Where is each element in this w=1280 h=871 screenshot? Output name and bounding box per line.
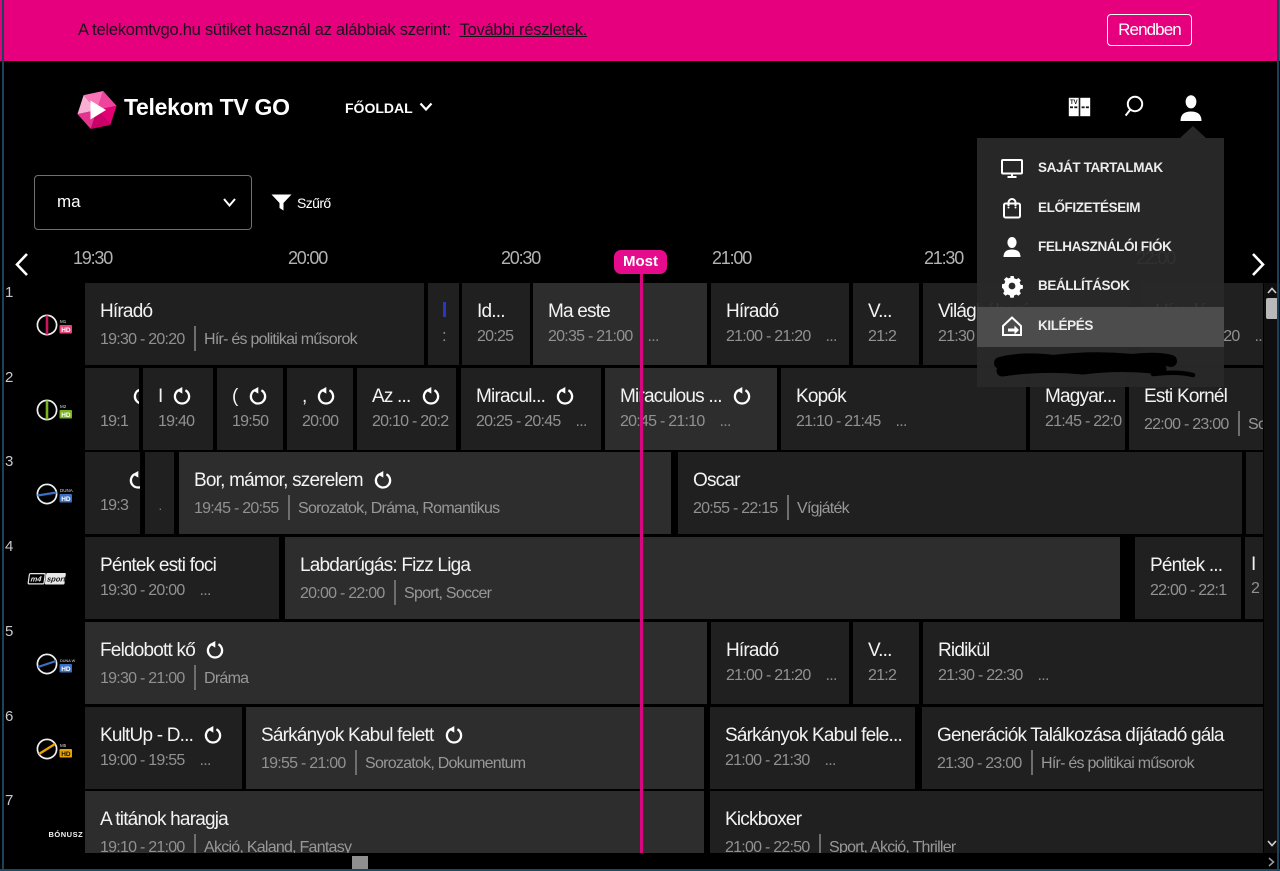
svg-text:HD: HD: [61, 751, 71, 758]
svg-text:HD: HD: [61, 666, 71, 673]
svg-text:DUNA W: DUNA W: [60, 659, 76, 663]
svg-text:TV: TV: [1070, 100, 1078, 106]
svg-text:sport: sport: [47, 575, 67, 584]
svg-text:M5: M5: [60, 743, 67, 748]
svg-text:M1: M1: [60, 319, 67, 324]
svg-text:HD: HD: [61, 327, 71, 334]
svg-text:M2: M2: [60, 404, 67, 409]
svg-text:BÓNUSZ: BÓNUSZ: [49, 830, 84, 839]
svg-text:HD: HD: [61, 496, 71, 503]
svg-text:HD: HD: [61, 412, 71, 419]
svg-text:m4: m4: [30, 575, 43, 584]
svg-text:DUNA: DUNA: [60, 488, 73, 493]
